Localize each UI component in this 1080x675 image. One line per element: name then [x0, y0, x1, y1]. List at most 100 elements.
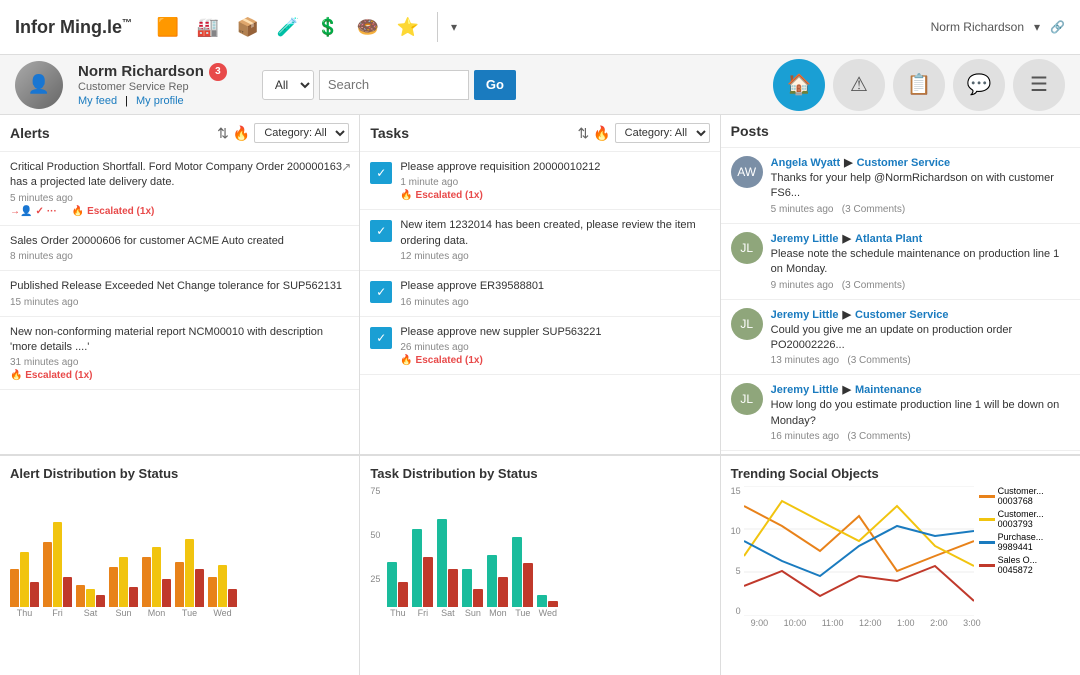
- task-checkbox[interactable]: ✓: [370, 162, 392, 184]
- task-checkbox[interactable]: ✓: [370, 327, 392, 349]
- user-name-display: Norm Richardson 3: [78, 63, 227, 81]
- bar: [119, 557, 128, 607]
- alerts-category-filter[interactable]: Category: All: [254, 123, 349, 143]
- legend-item: Purchase...9989441: [979, 532, 1044, 552]
- alert-dist-title: Alert Distribution by Status: [10, 466, 349, 481]
- bar-group-fri: Fri: [412, 529, 433, 618]
- bar: [152, 547, 161, 607]
- alerts-column: Alerts ⇅ 🔥 Category: All ↗ Critical Prod…: [0, 115, 360, 454]
- nav-icon-chart[interactable]: 🍩: [352, 11, 384, 43]
- bar: [63, 577, 72, 607]
- task-dist-chart: Task Distribution by Status 75 50 25 Thu: [360, 456, 720, 675]
- bar-group-sat: Sat: [437, 519, 458, 618]
- bar: [548, 601, 558, 607]
- bar: [185, 539, 194, 607]
- bar: [462, 569, 472, 607]
- avatar: AW: [731, 156, 763, 188]
- bar: [195, 569, 204, 607]
- avatar: 👤: [15, 61, 63, 109]
- external-link-icon[interactable]: ↗: [341, 160, 351, 174]
- alert-icon[interactable]: ⚠: [833, 59, 885, 111]
- right-action-icons: 🏠 ⚠ 📋 💬 ☰: [773, 59, 1065, 111]
- task-dist-title: Task Distribution by Status: [370, 466, 709, 481]
- bar-group-thu: Thu: [387, 562, 408, 618]
- nav-icon-grid[interactable]: 🟧: [152, 11, 184, 43]
- task-checkbox[interactable]: ✓: [370, 281, 392, 303]
- posts-column: Posts AW Angela Wyatt▶Customer Service T…: [721, 115, 1080, 454]
- list-item: JL Jeremy Little▶Atlanta Plant Please no…: [721, 224, 1080, 300]
- tasks-title: Tasks: [370, 125, 409, 141]
- alerts-title: Alerts: [10, 125, 50, 141]
- bar: [412, 529, 422, 607]
- list-item: ✓ Please approve ER39588801 16 minutes a…: [360, 271, 719, 316]
- bar: [423, 557, 433, 607]
- trending-chart-area: 15 10 5 0: [731, 486, 1070, 616]
- list-item: ✓ Please approve new suppler SUP563221 2…: [360, 317, 719, 375]
- bar-group-tue: Tue: [175, 539, 204, 618]
- line-chart-svg: [744, 486, 974, 616]
- chat-icon[interactable]: 💬: [953, 59, 1005, 111]
- bar: [523, 563, 533, 607]
- legend-color: [979, 518, 995, 521]
- bar: [53, 522, 62, 607]
- sort-icon[interactable]: ⇅: [217, 125, 229, 142]
- sort-icon[interactable]: ⇅: [577, 125, 589, 142]
- nav-divider: [437, 12, 438, 42]
- bar: [30, 582, 39, 607]
- flame-icon: 🔥: [593, 125, 610, 142]
- avatar: JL: [731, 383, 763, 415]
- task-checkbox[interactable]: ✓: [370, 220, 392, 242]
- user-notification-badge: 3: [209, 63, 227, 81]
- nav-chevron[interactable]: ▾: [451, 20, 457, 34]
- bar: [387, 562, 397, 607]
- bar: [162, 579, 171, 607]
- bar: [208, 577, 217, 607]
- list-item: ✓ Please approve requisition 20000010212…: [360, 152, 719, 210]
- task-bar-chart: 75 50 25 Thu: [370, 486, 709, 636]
- bar: [96, 595, 105, 607]
- list-item: AW Angela Wyatt▶Customer Service Thanks …: [721, 148, 1080, 224]
- legend-item: Customer...0003768: [979, 486, 1044, 506]
- bar-group-fri: Fri: [43, 522, 72, 618]
- tasks-category-filter[interactable]: Category: All: [615, 123, 710, 143]
- nav-icon-flask[interactable]: 🧪: [272, 11, 304, 43]
- nav-icon-star[interactable]: ⭐: [392, 11, 424, 43]
- current-user[interactable]: Norm Richardson: [931, 20, 1024, 34]
- bar: [109, 567, 118, 607]
- flame-icon: 🔥: [233, 125, 250, 142]
- feed-link[interactable]: My feed: [78, 95, 117, 107]
- list-item: Sales Order 20000606 for customer ACME A…: [0, 226, 359, 271]
- external-link-icon: 🔗: [1050, 20, 1065, 34]
- bar-group-tue: Tue: [512, 537, 533, 618]
- list-item: ↗ Critical Production Shortfall. Ford Mo…: [0, 152, 359, 226]
- bar: [537, 595, 547, 607]
- chart-legend: Customer...0003768 Customer...0003793 Pu…: [979, 486, 1044, 616]
- avatar-image: 👤: [15, 61, 63, 109]
- bar: [228, 589, 237, 607]
- app-title: Infor Ming.le: [15, 17, 122, 37]
- home-icon[interactable]: 🏠: [773, 59, 825, 111]
- nav-icon-currency[interactable]: 💲: [312, 11, 344, 43]
- profile-link[interactable]: My profile: [136, 95, 184, 107]
- search-input[interactable]: [319, 70, 469, 100]
- tasks-controls: ⇅ 🔥 Category: All: [577, 123, 709, 143]
- bar-group-sun: Sun: [109, 557, 138, 618]
- bar-group-mon: Mon: [487, 555, 508, 618]
- alerts-header: Alerts ⇅ 🔥 Category: All: [0, 115, 359, 152]
- posts-title: Posts: [731, 123, 769, 139]
- nav-icon-factory[interactable]: 🏭: [192, 11, 224, 43]
- bar: [487, 555, 497, 607]
- bar: [398, 582, 408, 607]
- user-chevron-icon[interactable]: ▾: [1034, 20, 1040, 34]
- list-item: Published Release Exceeded Net Change to…: [0, 271, 359, 316]
- list-item: JL Jeremy Little▶Maintenance How long do…: [721, 375, 1080, 451]
- tasks-icon[interactable]: 📋: [893, 59, 945, 111]
- top-nav: Infor Ming.le™ 🟧 🏭 📦 🧪 💲 🍩 ⭐ ▾ Norm Rich…: [0, 0, 1080, 55]
- menu-icon[interactable]: ☰: [1013, 59, 1065, 111]
- tasks-header: Tasks ⇅ 🔥 Category: All: [360, 115, 719, 152]
- nav-icon-dropbox[interactable]: 📦: [232, 11, 264, 43]
- search-button[interactable]: Go: [474, 70, 516, 100]
- search-filter-dropdown[interactable]: All: [262, 70, 314, 100]
- bottom-row: Alert Distribution by Status Thu: [0, 455, 1080, 675]
- bar: [129, 587, 138, 607]
